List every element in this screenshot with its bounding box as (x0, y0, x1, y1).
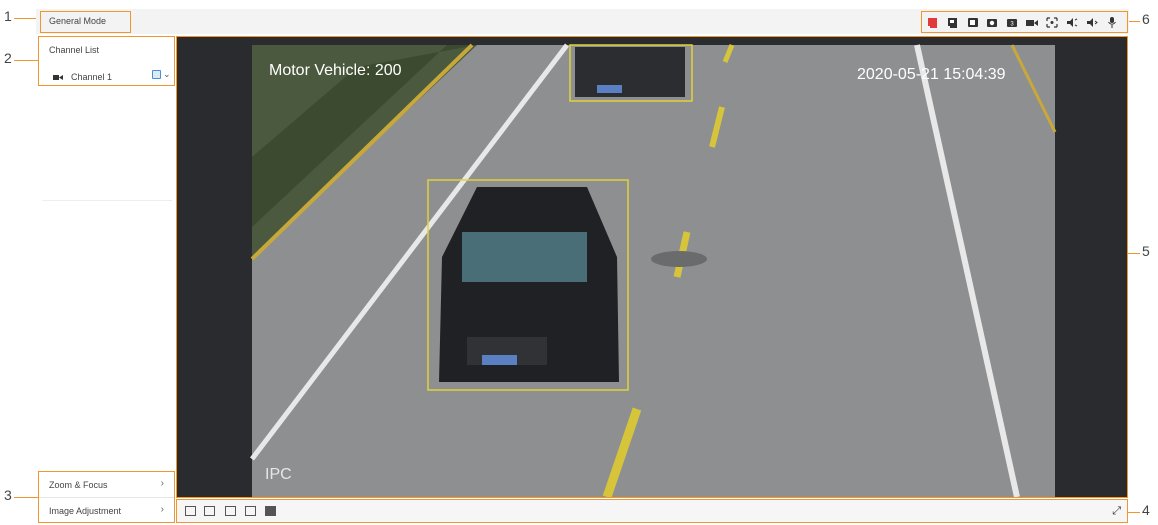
adaptive-icon[interactable] (245, 506, 256, 516)
mode-label: General Mode (49, 16, 107, 26)
callout-line-3 (14, 497, 38, 498)
left-panel-divider (42, 200, 172, 201)
menu-zoom-focus-label: Zoom & Focus (49, 480, 108, 490)
original-ratio-icon[interactable] (185, 506, 196, 516)
channel-item[interactable]: Channel 1 (53, 72, 112, 82)
fullscreen-icon[interactable]: ⤢ (1112, 505, 1121, 518)
mode-selector[interactable]: General Mode (40, 11, 131, 33)
callout-line-2 (14, 60, 38, 61)
callout-line-6 (1128, 21, 1140, 22)
stretch-icon[interactable] (225, 506, 236, 516)
live-toolbar: 3 (921, 11, 1128, 33)
channel-name: Channel 1 (71, 72, 113, 82)
stream-icon (152, 70, 161, 79)
audio-out-icon[interactable] (1066, 17, 1078, 28)
video-watermark: IPC (265, 466, 292, 483)
video-icon[interactable] (1026, 17, 1038, 28)
record-icon[interactable] (947, 17, 959, 28)
left-panel (38, 36, 176, 523)
live-video-view[interactable]: Motor Vehicle: 200 2020-05-21 15:04:39 I… (176, 36, 1128, 498)
callout-3: 3 (4, 487, 12, 503)
callout-6: 6 (1142, 11, 1150, 27)
channel-camera-icon (53, 74, 63, 80)
settings-menu: Zoom & Focus › Image Adjustment › (38, 471, 175, 523)
chevron-right-icon: › (160, 478, 164, 489)
callout-line-4 (1128, 512, 1140, 513)
video-frame: Motor Vehicle: 200 2020-05-21 15:04:39 I… (177, 37, 1127, 497)
chevron-down-icon: ⌄ (163, 69, 171, 79)
callout-2: 2 (4, 50, 12, 66)
channel-list-panel: Channel List Channel 1 ⌄ (38, 36, 175, 86)
callout-1: 1 (4, 8, 12, 24)
menu-image-adjustment[interactable]: Image Adjustment › (39, 498, 174, 523)
zoom-icon[interactable] (1046, 17, 1058, 28)
menu-image-adjustment-label: Image Adjustment (49, 506, 122, 516)
callout-line-5 (1128, 253, 1140, 254)
alarm-icon[interactable] (927, 17, 939, 28)
audio-in-icon[interactable] (1086, 17, 1098, 28)
triple-snapshot-icon[interactable]: 3 (1006, 17, 1018, 28)
stream-selector[interactable]: ⌄ (152, 69, 172, 81)
menu-zoom-focus[interactable]: Zoom & Focus › (39, 472, 174, 498)
callout-4: 4 (1142, 502, 1150, 518)
microphone-icon[interactable] (1106, 17, 1118, 28)
video-control-bar: ⤢ (176, 499, 1128, 523)
vehicle-counter: Motor Vehicle: 200 (269, 62, 402, 79)
callout-5: 5 (1142, 243, 1150, 259)
video-timestamp: 2020-05-21 15:04:39 (857, 66, 1006, 83)
fluency-icon[interactable] (265, 506, 276, 516)
fit-window-icon[interactable] (204, 506, 215, 516)
snapshot-icon[interactable] (967, 17, 979, 28)
chevron-right-icon: › (160, 504, 164, 515)
channel-list-title: Channel List (49, 45, 100, 55)
camera-icon[interactable] (986, 17, 998, 28)
